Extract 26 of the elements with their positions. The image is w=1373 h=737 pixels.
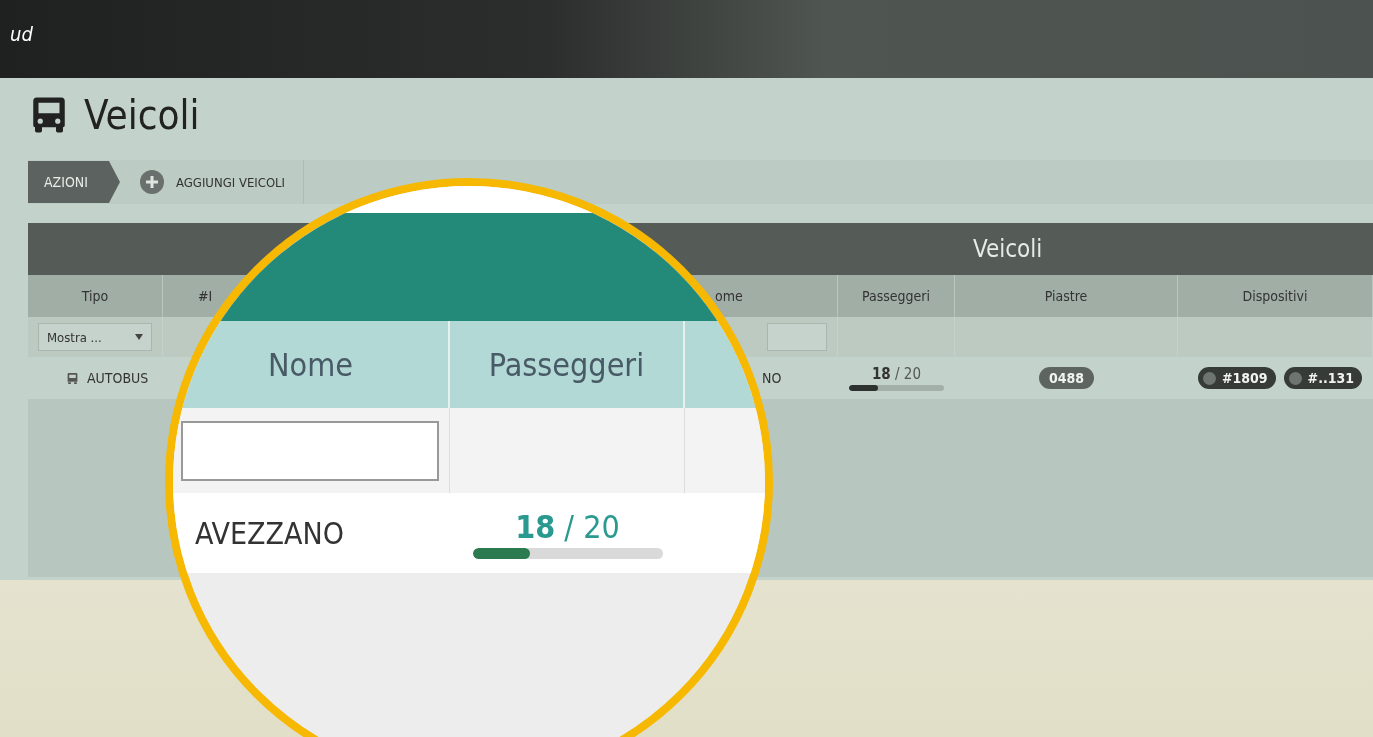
device-badge[interactable]: #1809 bbox=[1198, 367, 1276, 389]
passenger-count: 18 / 20 bbox=[871, 365, 922, 383]
page-title: Veicoli bbox=[84, 92, 200, 138]
actions-label: AZIONI bbox=[28, 161, 120, 203]
add-vehicles-button[interactable]: AGGIUNGI VEICOLI bbox=[120, 168, 296, 196]
column-label: Passeggeri bbox=[488, 345, 645, 384]
name-label: AVEZZANO bbox=[195, 515, 344, 551]
column-label: Nome bbox=[268, 345, 353, 384]
bus-icon bbox=[66, 371, 79, 385]
column-label[interactable]: Tipo bbox=[81, 288, 109, 304]
caret-icon bbox=[135, 334, 143, 340]
device-badge[interactable]: #..131 bbox=[1283, 367, 1363, 389]
name-filter-field[interactable] bbox=[767, 323, 827, 351]
passenger-count: 18 / 20 bbox=[515, 507, 620, 546]
name-filter-field[interactable] bbox=[181, 420, 439, 481]
column-label[interactable]: #I bbox=[198, 288, 213, 304]
type-filter-select[interactable]: Mostra ... bbox=[38, 323, 152, 351]
column-label[interactable]: Dispositivi bbox=[1242, 288, 1308, 304]
table-title: Veicoli bbox=[973, 235, 1043, 263]
plus-icon bbox=[140, 170, 164, 194]
plate-badge[interactable]: 0488 bbox=[1038, 367, 1095, 389]
name-label: NO bbox=[762, 370, 782, 386]
logo: ud bbox=[10, 22, 33, 46]
type-label: AUTOBUS bbox=[87, 370, 149, 386]
column-label[interactable]: Piastre bbox=[1044, 288, 1088, 304]
column-label[interactable]: Passeggeri bbox=[862, 288, 930, 304]
